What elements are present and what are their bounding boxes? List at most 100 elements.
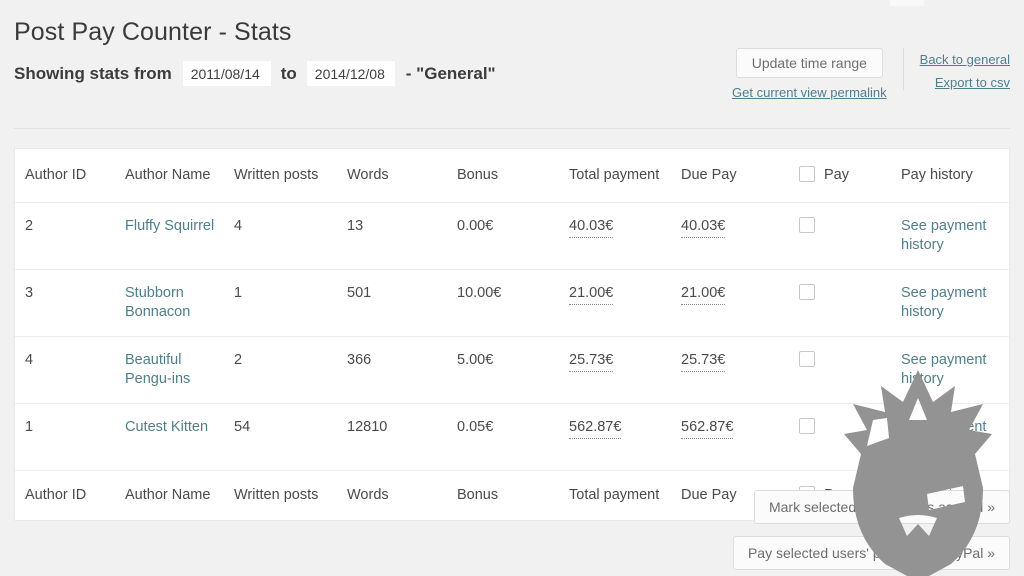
update-time-range-button[interactable]: Update time range: [735, 48, 883, 78]
author-name-link[interactable]: Fluffy Squirrel: [125, 218, 214, 234]
cell-due-pay: 562.87€: [681, 403, 799, 471]
cell-total-payment: 40.03€: [569, 203, 681, 270]
bulk-action-buttons: Mark selected users' posts as paid » Pay…: [732, 490, 1010, 570]
author-name-link[interactable]: Beautiful Pengu-ins: [125, 352, 190, 387]
footer-header-bonus[interactable]: Bonus: [457, 470, 569, 520]
date-to-input[interactable]: [305, 60, 396, 87]
column-header-pay-history: Pay history: [901, 149, 1011, 203]
cell-due-pay: 25.73€: [681, 336, 799, 404]
select-all-pay-checkbox[interactable]: [799, 166, 815, 182]
cell-author-name[interactable]: Stubborn Bonnacon: [125, 269, 234, 337]
get-current-view-permalink-link[interactable]: Get current view permalink: [732, 83, 887, 102]
cell-total-payment: 25.73€: [569, 336, 681, 404]
cell-written-posts: 54: [234, 403, 347, 471]
author-name-link[interactable]: Cutest Kitten: [125, 419, 208, 435]
cell-words: 501: [347, 269, 457, 337]
cell-bonus: 5.00€: [457, 336, 569, 404]
cell-written-posts: 2: [234, 336, 347, 404]
controls-divider: [902, 48, 904, 90]
cell-pay-history: See payment history: [901, 336, 1011, 404]
cell-author-name[interactable]: Beautiful Pengu-ins: [125, 336, 234, 404]
cell-words: 13: [347, 218, 364, 234]
cell-author-name[interactable]: Fluffy Squirrel: [125, 203, 234, 270]
cell-due-pay: 40.03€: [681, 203, 799, 270]
stats-table-container: Author ID Author Name Written posts Word…: [14, 148, 1011, 521]
stats-table-body: 2 Fluffy Squirrel 4 13 0.00€ 40.03€ 40.03€ See …: [15, 203, 1011, 471]
pay-selected-paypal-button[interactable]: Pay selected users' posts with PayPal »: [732, 536, 1010, 570]
footer-header-total-payment[interactable]: Total payment: [569, 470, 681, 520]
column-header-author-name[interactable]: Author Name: [125, 149, 234, 203]
cell-due-pay-value[interactable]: 40.03€: [681, 217, 726, 238]
showing-stats-label: Showing stats from: [14, 63, 172, 83]
stats-table: Author ID Author Name Written posts Word…: [15, 149, 1011, 520]
cell-pay: [799, 203, 901, 270]
cell-words: 366: [347, 336, 457, 404]
cell-due-pay-value[interactable]: 25.73€: [681, 351, 726, 372]
footer-header-author-id[interactable]: Author ID: [15, 470, 125, 520]
cell-author-id: 1: [15, 403, 125, 471]
cell-due-pay-value[interactable]: 562.87€: [681, 418, 734, 439]
column-header-words[interactable]: Words: [347, 149, 457, 203]
cell-total-payment: 21.00€: [569, 269, 681, 337]
footer-header-author-name[interactable]: Author Name: [125, 470, 234, 520]
top-sliver-decoration: [890, 0, 924, 6]
cell-words: 12810: [347, 403, 457, 471]
mark-selected-paid-button[interactable]: Mark selected users' posts as paid »: [753, 490, 1010, 524]
back-to-general-link[interactable]: Back to general: [920, 50, 1010, 69]
column-header-pay: Pay: [799, 149, 901, 203]
table-row: 1 Cutest Kitten 54 12810 0.05€ 562.87€ 562.87€…: [15, 403, 1011, 471]
cell-written-posts: 4: [234, 218, 243, 234]
table-row: 2 Fluffy Squirrel 4 13 0.00€ 40.03€ 40.03€ See …: [15, 203, 1011, 270]
cell-total-payment-value[interactable]: 40.03€: [569, 217, 614, 238]
stats-table-head: Author ID Author Name Written posts Word…: [15, 149, 1011, 203]
column-header-bonus[interactable]: Bonus: [457, 149, 569, 203]
column-header-author-id[interactable]: Author ID: [15, 149, 125, 203]
footer-header-words[interactable]: Words: [347, 470, 457, 520]
cell-author-id: 4: [15, 336, 125, 404]
stats-range-line: Showing stats from to - "General": [14, 60, 496, 87]
cell-total-payment-value[interactable]: 21.00€: [569, 284, 614, 305]
pay-checkbox[interactable]: [799, 418, 815, 434]
cell-written-posts: 1: [234, 269, 347, 337]
column-header-due-pay[interactable]: Due Pay: [681, 149, 799, 203]
pay-checkbox[interactable]: [799, 351, 815, 367]
see-payment-history-link[interactable]: See payment history: [901, 352, 986, 387]
author-name-link[interactable]: Stubborn Bonnacon: [125, 285, 190, 320]
see-payment-history-link[interactable]: See payment history: [901, 419, 986, 454]
column-header-total-payment[interactable]: Total payment: [569, 149, 681, 203]
cell-author-name[interactable]: Cutest Kitten: [125, 403, 234, 471]
stats-page: Post Pay Counter - Stats Showing stats f…: [0, 0, 1024, 576]
pay-checkbox[interactable]: [799, 217, 815, 233]
cell-pay: [799, 403, 901, 471]
cell-total-payment-value[interactable]: 562.87€: [569, 418, 622, 439]
top-right-controls: Update time range Get current view perma…: [732, 48, 1010, 102]
cell-bonus: 0.05€: [457, 403, 569, 471]
column-header-pay-label: Pay: [824, 167, 849, 183]
update-range-group: Update time range Get current view perma…: [732, 48, 903, 102]
cell-pay: [799, 269, 901, 337]
cell-total-payment-value[interactable]: 25.73€: [569, 351, 614, 372]
cell-due-pay: 21.00€: [681, 269, 799, 337]
see-payment-history-link[interactable]: See payment history: [901, 218, 986, 253]
cell-pay: [799, 336, 901, 404]
header-divider: [14, 128, 1010, 129]
pay-checkbox[interactable]: [799, 284, 815, 300]
stats-scope-label: - "General": [405, 63, 496, 83]
export-to-csv-link[interactable]: Export to csv: [935, 73, 1010, 92]
cell-pay-history: See payment history: [901, 403, 1011, 471]
table-row: 3 Stubborn Bonnacon 1 501 10.00€ 21.00€ 21.00€…: [15, 269, 1011, 337]
see-payment-history-link[interactable]: See payment history: [901, 285, 986, 320]
page-title: Post Pay Counter - Stats: [14, 18, 292, 46]
cell-bonus: 10.00€: [457, 269, 569, 337]
cell-pay-history: See payment history: [901, 269, 1011, 337]
table-row: 4 Beautiful Pengu-ins 2 366 5.00€ 25.73€ 25.73…: [15, 336, 1011, 404]
cell-due-pay-value[interactable]: 21.00€: [681, 284, 726, 305]
column-header-written-posts[interactable]: Written posts: [234, 149, 347, 203]
secondary-links-group: Back to general Export to csv: [920, 48, 1010, 92]
date-range-to-label: to: [280, 63, 297, 83]
cell-author-id: 3: [15, 269, 125, 337]
cell-total-payment: 562.87€: [569, 403, 681, 471]
date-from-input[interactable]: [181, 60, 272, 87]
cell-author-id: 2: [25, 218, 34, 234]
footer-header-written-posts[interactable]: Written posts: [234, 470, 347, 520]
